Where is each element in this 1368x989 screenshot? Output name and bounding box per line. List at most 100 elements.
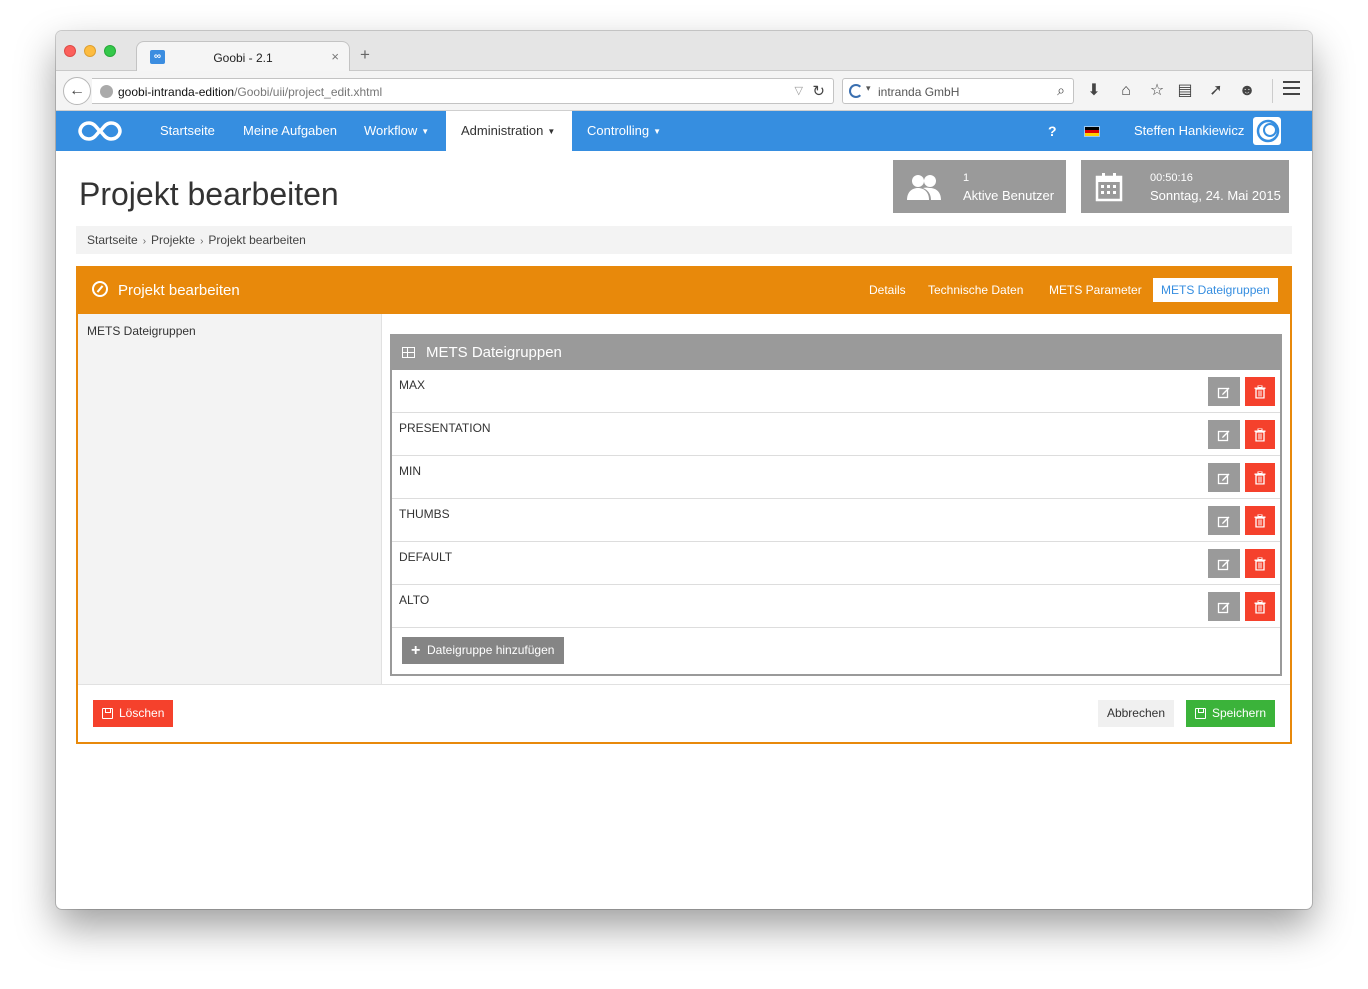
minimize-window-button[interactable] [84, 45, 96, 57]
edit-icon [1217, 559, 1230, 570]
goobi-logo-icon[interactable] [78, 119, 122, 143]
url-bar[interactable]: goobi-intranda-edition/Goobi/uii/project… [92, 78, 834, 104]
project-edit-panel: Projekt bearbeiten Details Technische Da… [76, 266, 1292, 744]
floppy-disk-icon [102, 708, 113, 719]
german-flag-icon[interactable] [1084, 126, 1100, 137]
panel-header: Projekt bearbeiten Details Technische Da… [78, 268, 1290, 314]
tab-mets-parameter[interactable]: METS Parameter [1041, 278, 1150, 302]
table-row: MAX [392, 370, 1280, 413]
url-dropdown-icon[interactable]: ▽ [795, 84, 803, 97]
trash-icon [1254, 428, 1266, 441]
tab-title: Goobi - 2.1 [213, 51, 273, 65]
file-group-name: DEFAULT [399, 550, 453, 564]
bookmark-star-icon[interactable]: ☆ [1147, 81, 1167, 101]
edit-button[interactable] [1208, 420, 1240, 449]
edit-icon [1217, 602, 1230, 613]
tab-close-icon[interactable]: × [331, 49, 339, 64]
edit-button[interactable] [1208, 377, 1240, 406]
home-icon[interactable]: ⌂ [1116, 81, 1136, 101]
tab-mets-dateigruppen[interactable]: METS Dateigruppen [1153, 278, 1278, 302]
save-button[interactable]: Speichern [1185, 700, 1275, 727]
close-window-button[interactable] [64, 45, 76, 57]
download-icon[interactable]: ⬇ [1084, 81, 1104, 101]
url-text[interactable]: goobi-intranda-edition/Goobi/uii/project… [118, 85, 382, 99]
back-arrow-icon[interactable]: ← [63, 77, 91, 105]
datetime-box: 00:50:16 Sonntag, 24. Mai 2015 [1081, 160, 1289, 213]
delete-project-button[interactable]: Löschen [93, 700, 174, 727]
file-group-name: PRESENTATION [399, 421, 491, 435]
footer-divider [78, 684, 1290, 685]
search-icon[interactable]: ⌕ [1057, 82, 1065, 99]
toolbar-divider [1272, 79, 1273, 103]
add-file-group-label: Dateigruppe hinzufügen [427, 643, 555, 657]
search-engine-caret-icon[interactable]: ▾ [866, 83, 871, 94]
breadcrumb-projekte[interactable]: Projekte [151, 233, 195, 247]
chevron-down-icon: ▼ [653, 126, 662, 136]
delete-label: Löschen [119, 706, 165, 720]
nav-workflow[interactable]: Workflow ▼ [349, 111, 444, 151]
tab-bar: ∞ Goobi - 2.1 × + [56, 31, 1312, 72]
chevron-down-icon: ▼ [547, 126, 556, 136]
delete-button[interactable] [1245, 377, 1275, 406]
active-users-label: Aktive Benutzer [963, 188, 1055, 203]
edit-button[interactable] [1208, 549, 1240, 578]
bookmarks-list-icon[interactable]: ▤ [1175, 81, 1195, 101]
delete-button[interactable] [1245, 549, 1275, 578]
delete-button[interactable] [1245, 506, 1275, 535]
user-name[interactable]: Steffen Hankiewicz [1134, 111, 1244, 151]
add-file-group-button[interactable]: + Dateigruppe hinzufügen [402, 637, 565, 664]
table-row: PRESENTATION [392, 413, 1280, 456]
delete-button[interactable] [1245, 592, 1275, 621]
trash-icon [1254, 600, 1266, 613]
search-engine-name: intranda GmbH [878, 85, 960, 99]
cancel-label: Abbrechen [1106, 706, 1165, 720]
tab-technische-daten[interactable]: Technische Daten [920, 278, 1031, 302]
side-label: METS Dateigruppen [87, 324, 196, 338]
browser-window: ∞ Goobi - 2.1 × + ← goobi-intranda-editi… [56, 31, 1312, 909]
new-tab-icon[interactable]: + [360, 46, 370, 63]
help-icon[interactable]: ? [1048, 111, 1057, 151]
reload-icon[interactable]: ↻ [812, 82, 825, 100]
browser-toolbar: ← goobi-intranda-edition/Goobi/uii/proje… [56, 71, 1312, 111]
chevron-down-icon: ▼ [421, 126, 430, 136]
delete-button[interactable] [1245, 463, 1275, 492]
search-engine-icon[interactable] [849, 84, 863, 98]
edit-icon [1217, 516, 1230, 527]
floppy-disk-icon [1194, 708, 1206, 719]
user-avatar-icon[interactable] [1253, 117, 1281, 145]
nav-meine-aufgaben[interactable]: Meine Aufgaben [228, 111, 352, 151]
file-groups-box: METS Dateigruppen MAX PRESENTATION MIN T… [390, 334, 1282, 676]
breadcrumb-chevron-icon: › [142, 236, 147, 247]
edit-button[interactable] [1208, 592, 1240, 621]
chat-icon[interactable]: ☻ [1237, 81, 1257, 101]
file-group-name: MAX [399, 378, 426, 392]
file-group-name: THUMBS [399, 507, 450, 521]
table-row: MIN [392, 456, 1280, 499]
browser-tab[interactable]: ∞ Goobi - 2.1 × [136, 41, 350, 72]
search-bar[interactable]: ▾ intranda GmbH ⌕ [842, 78, 1074, 104]
edit-button[interactable] [1208, 506, 1240, 535]
nav-administration[interactable]: Administration ▼ [446, 111, 572, 151]
app-header: Startseite Meine Aufgaben Workflow ▼ Admi… [56, 111, 1312, 151]
file-group-name: ALTO [399, 593, 430, 607]
cancel-button[interactable]: Abbrechen [1097, 700, 1174, 727]
nav-startseite[interactable]: Startseite [145, 111, 230, 151]
file-groups-title: METS Dateigruppen [426, 344, 562, 361]
calendar-icon [1095, 173, 1123, 202]
table-icon [402, 347, 415, 358]
breadcrumb-startseite[interactable]: Startseite [87, 233, 138, 247]
tab-details[interactable]: Details [861, 278, 914, 302]
users-icon [907, 175, 941, 200]
nav-controlling[interactable]: Controlling ▼ [572, 111, 676, 151]
send-icon[interactable]: ➚ [1206, 81, 1226, 101]
trash-icon [1254, 557, 1266, 570]
delete-button[interactable] [1245, 420, 1275, 449]
trash-icon [1254, 385, 1266, 398]
edit-icon [1217, 430, 1230, 441]
active-users-count: 1 [963, 172, 970, 184]
maximize-window-button[interactable] [104, 45, 116, 57]
hamburger-menu-icon[interactable] [1283, 81, 1300, 95]
edit-button[interactable] [1208, 463, 1240, 492]
file-groups-header: METS Dateigruppen [392, 336, 1280, 370]
table-row: THUMBS [392, 499, 1280, 542]
